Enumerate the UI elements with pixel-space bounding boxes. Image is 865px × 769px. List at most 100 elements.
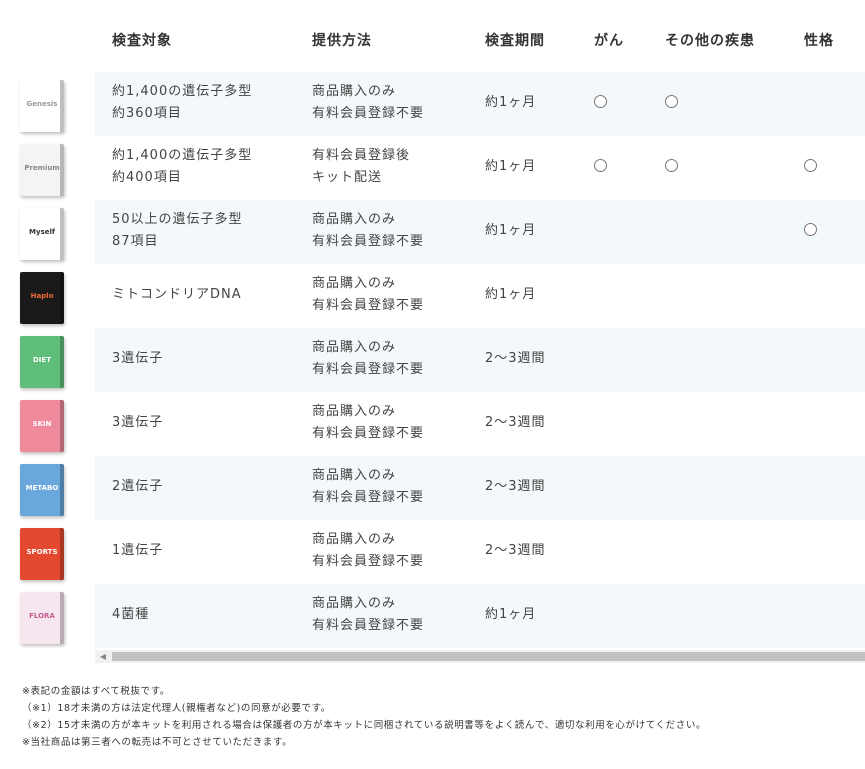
cell-target-line1: 3遺伝子: [112, 415, 164, 430]
cell-target-line1: 1遺伝子: [112, 543, 164, 558]
cell-method-line2: 有料会員登録不要: [312, 298, 425, 313]
circle-mark-icon: [594, 95, 607, 108]
cell-target-line1: 約1,400の遺伝子多型: [112, 84, 253, 99]
cell-target-line1: 約1,400の遺伝子多型: [112, 148, 253, 163]
cell-target-line1: 50以上の遺伝子多型: [112, 212, 243, 227]
cell-period: 2〜3週間: [485, 543, 546, 558]
cell-period: 約1ヶ月: [485, 607, 537, 622]
box-side-shade: [60, 80, 64, 132]
cell-method: 商品購入のみ有料会員登録不要: [312, 465, 424, 509]
product-thumbnail: METABO: [20, 464, 64, 516]
cell-method-line2: 有料会員登録不要: [312, 426, 425, 441]
cell-target-line1: ミトコンドリアDNA: [112, 287, 242, 302]
cell-method: 商品購入のみ 有料会員登録不要: [312, 209, 424, 253]
cell-method-line1: 商品購入のみ: [312, 84, 397, 99]
product-thumbnail-label: METABO: [25, 484, 59, 492]
cell-period: 2〜3週間: [485, 479, 546, 494]
table-row: Genesis 約1,400の遺伝子多型 約360項目 商品購入のみ 有料会員登録不要約…: [0, 72, 865, 136]
cell-method-line1: 商品購入のみ: [312, 340, 397, 355]
circle-mark-icon: [665, 95, 678, 108]
table-row: DIET 3遺伝子 商品購入のみ 有料会員登録不要 2〜3週間: [0, 328, 865, 392]
cell-method: 商品購入のみ有料会員登録不要: [312, 273, 424, 317]
cell-method-line1: 商品購入のみ: [312, 276, 397, 291]
footnote: （※1）18才未満の方は法定代理人(親権者など)の同意が必要です。: [22, 703, 331, 714]
table-row: FLORA 4菌種 商品購入のみ有料会員登録不要 約1ヶ月: [0, 584, 865, 648]
row-background: [95, 584, 865, 648]
product-thumbnail: Genesis: [20, 80, 64, 132]
table-row: Myself 50以上の遺伝子多型 87項目 商品購入のみ 有料会員登録不要 約1ヶ月: [0, 200, 865, 264]
circle-mark-icon: [804, 223, 817, 236]
cell-method-line2: 有料会員登録不要: [312, 362, 425, 377]
box-side-shade: [60, 336, 64, 388]
table-row: SKIN 3遺伝子 商品購入のみ 有料会員登録不要 2〜3週間: [0, 392, 865, 456]
header-other-disease: その他の疾患: [665, 33, 755, 49]
header-target: 検査対象: [112, 33, 172, 49]
cell-method-line2: 有料会員登録不要: [312, 490, 425, 505]
cell-target: 3遺伝子: [112, 412, 163, 434]
product-thumbnail-label: Genesis: [26, 100, 58, 108]
product-thumbnail-label: FLORA: [29, 612, 55, 620]
footnote: ※当社商品は第三者への転売は不可とさせていただきます。: [22, 737, 293, 748]
cell-period: 約1ヶ月: [485, 287, 537, 302]
circle-mark-icon: [594, 159, 607, 172]
cell-method-line1: 商品購入のみ: [312, 468, 397, 483]
cell-method-line1: 商品購入のみ: [312, 532, 397, 547]
product-thumbnail: Premium: [20, 144, 64, 196]
cell-method: 商品購入のみ 有料会員登録不要: [312, 401, 424, 445]
scrollbar-thumb[interactable]: [112, 652, 865, 661]
table-row: METABO 2遺伝子 商品購入のみ有料会員登録不要 2〜3週間: [0, 456, 865, 520]
row-background: [95, 392, 865, 456]
box-side-shade: [60, 464, 64, 516]
cell-target-line1: 4菌種: [112, 607, 150, 622]
product-thumbnail: Haplo: [20, 272, 64, 324]
product-thumbnail-label: Premium: [24, 164, 60, 172]
cell-method-line2: 有料会員登録不要: [312, 554, 425, 569]
product-thumbnail-label: SPORTS: [26, 548, 58, 556]
cell-method: 商品購入のみ有料会員登録不要: [312, 529, 424, 573]
scroll-left-arrow-icon[interactable]: ◀: [95, 650, 111, 663]
cell-method-line2: 有料会員登録不要: [312, 234, 425, 249]
footnote: （※2）15才未満の方が本キットを利用される場合は保護者の方が本キットに同梱され…: [22, 720, 707, 731]
cell-method-line2: キット配送: [312, 170, 383, 185]
cell-target-line1: 3遺伝子: [112, 351, 164, 366]
box-side-shade: [60, 272, 64, 324]
cell-target-line1: 2遺伝子: [112, 479, 164, 494]
cell-target: 3遺伝子: [112, 348, 163, 370]
cell-target-line2: 約360項目: [112, 106, 182, 121]
header-cancer: がん: [594, 33, 624, 49]
box-side-shade: [60, 400, 64, 452]
product-thumbnail-label: Myself: [29, 228, 55, 236]
cell-target: 1遺伝子: [112, 540, 163, 562]
cell-period: 約1ヶ月: [485, 95, 537, 110]
box-side-shade: [60, 528, 64, 580]
table-row: Premium 約1,400の遺伝子多型 約400項目 有料会員登録後 キット配送 約1ヶ…: [0, 136, 865, 200]
box-side-shade: [60, 144, 64, 196]
cell-method-line2: 有料会員登録不要: [312, 618, 425, 633]
product-thumbnail-label: Haplo: [30, 292, 54, 300]
cell-method-line1: 商品購入のみ: [312, 596, 397, 611]
product-thumbnail: SKIN: [20, 400, 64, 452]
header-trait: 性格: [804, 33, 834, 49]
product-thumbnail-label: SKIN: [32, 420, 52, 428]
cell-target: 50以上の遺伝子多型 87項目: [112, 209, 243, 253]
cell-method-line1: 有料会員登録後: [312, 148, 411, 163]
cell-target: 4菌種: [112, 604, 149, 626]
cell-method: 商品購入のみ有料会員登録不要: [312, 593, 424, 637]
cell-target: 約1,400の遺伝子多型 約400項目: [112, 145, 252, 189]
row-background: [95, 328, 865, 392]
product-thumbnail: SPORTS: [20, 528, 64, 580]
product-thumbnail: DIET: [20, 336, 64, 388]
header-method: 提供方法: [312, 33, 372, 49]
cell-target-line2: 87項目: [112, 234, 159, 249]
table-header: 検査対象 提供方法 検査期間 がん その他の疾患 性格: [0, 0, 865, 72]
product-thumbnail: FLORA: [20, 592, 64, 644]
box-side-shade: [60, 592, 64, 644]
circle-mark-icon: [804, 159, 817, 172]
table-row: Haplo ミトコンドリアDNA 商品購入のみ有料会員登録不要 約1ヶ月: [0, 264, 865, 328]
footnote: ※表記の金額はすべて税抜です。: [22, 686, 170, 697]
box-side-shade: [60, 208, 64, 260]
horizontal-scrollbar[interactable]: ◀: [95, 650, 865, 663]
row-background: [95, 520, 865, 584]
cell-target-line2: 約400項目: [112, 170, 182, 185]
cell-method: 商品購入のみ有料会員登録不要: [312, 337, 424, 381]
